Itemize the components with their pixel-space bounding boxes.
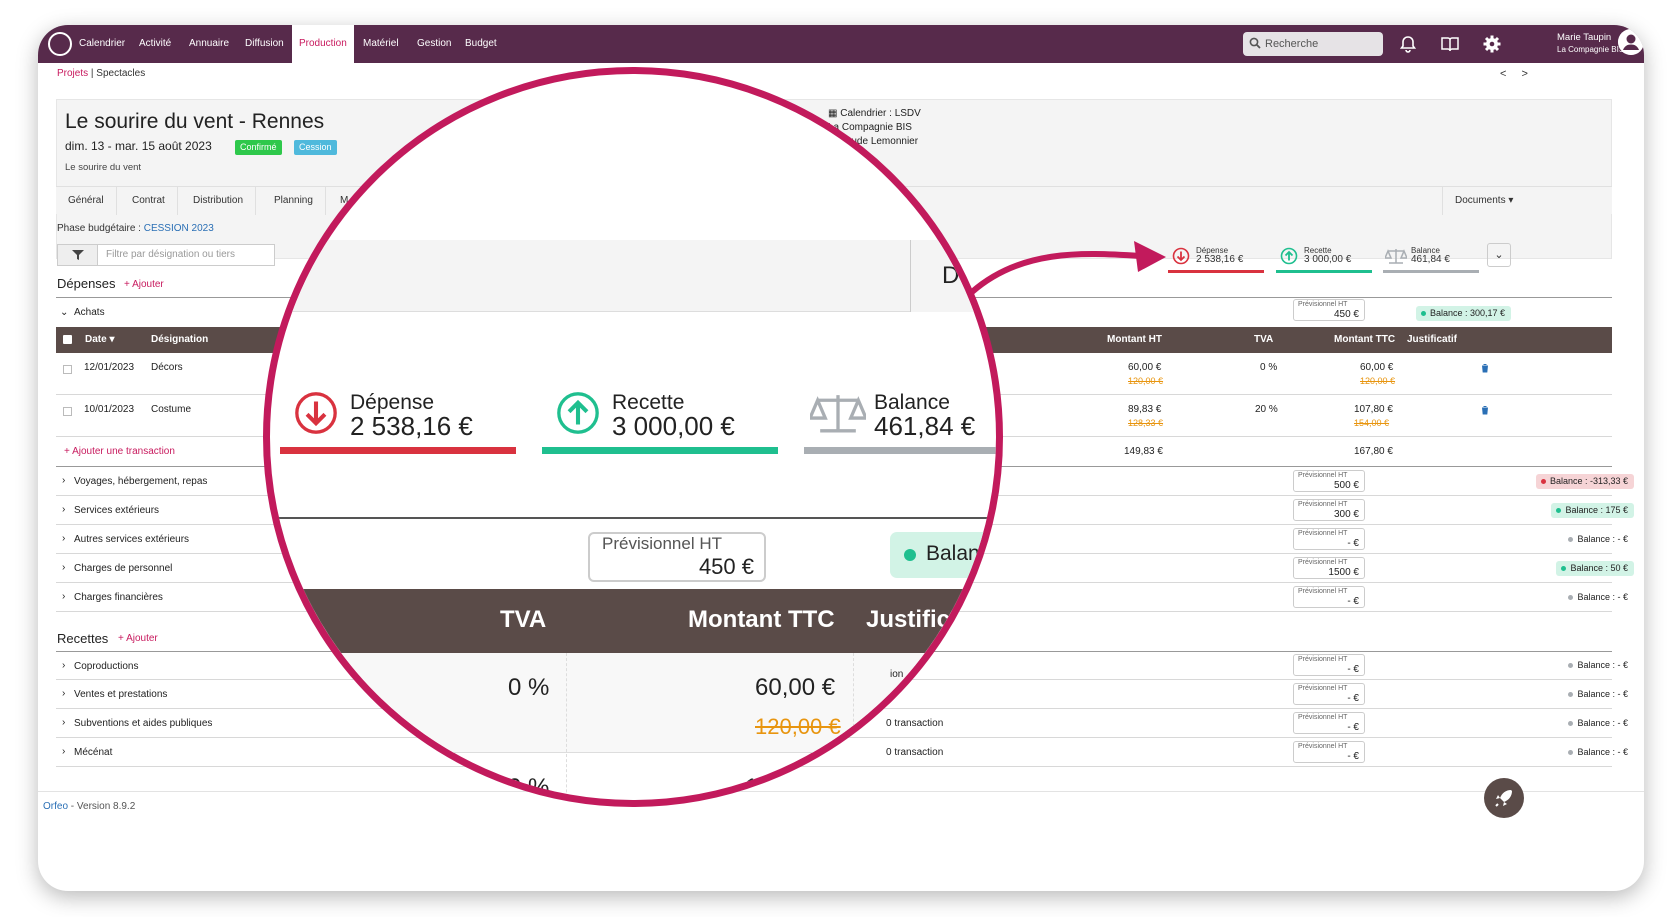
callout-arrow bbox=[970, 241, 1166, 295]
